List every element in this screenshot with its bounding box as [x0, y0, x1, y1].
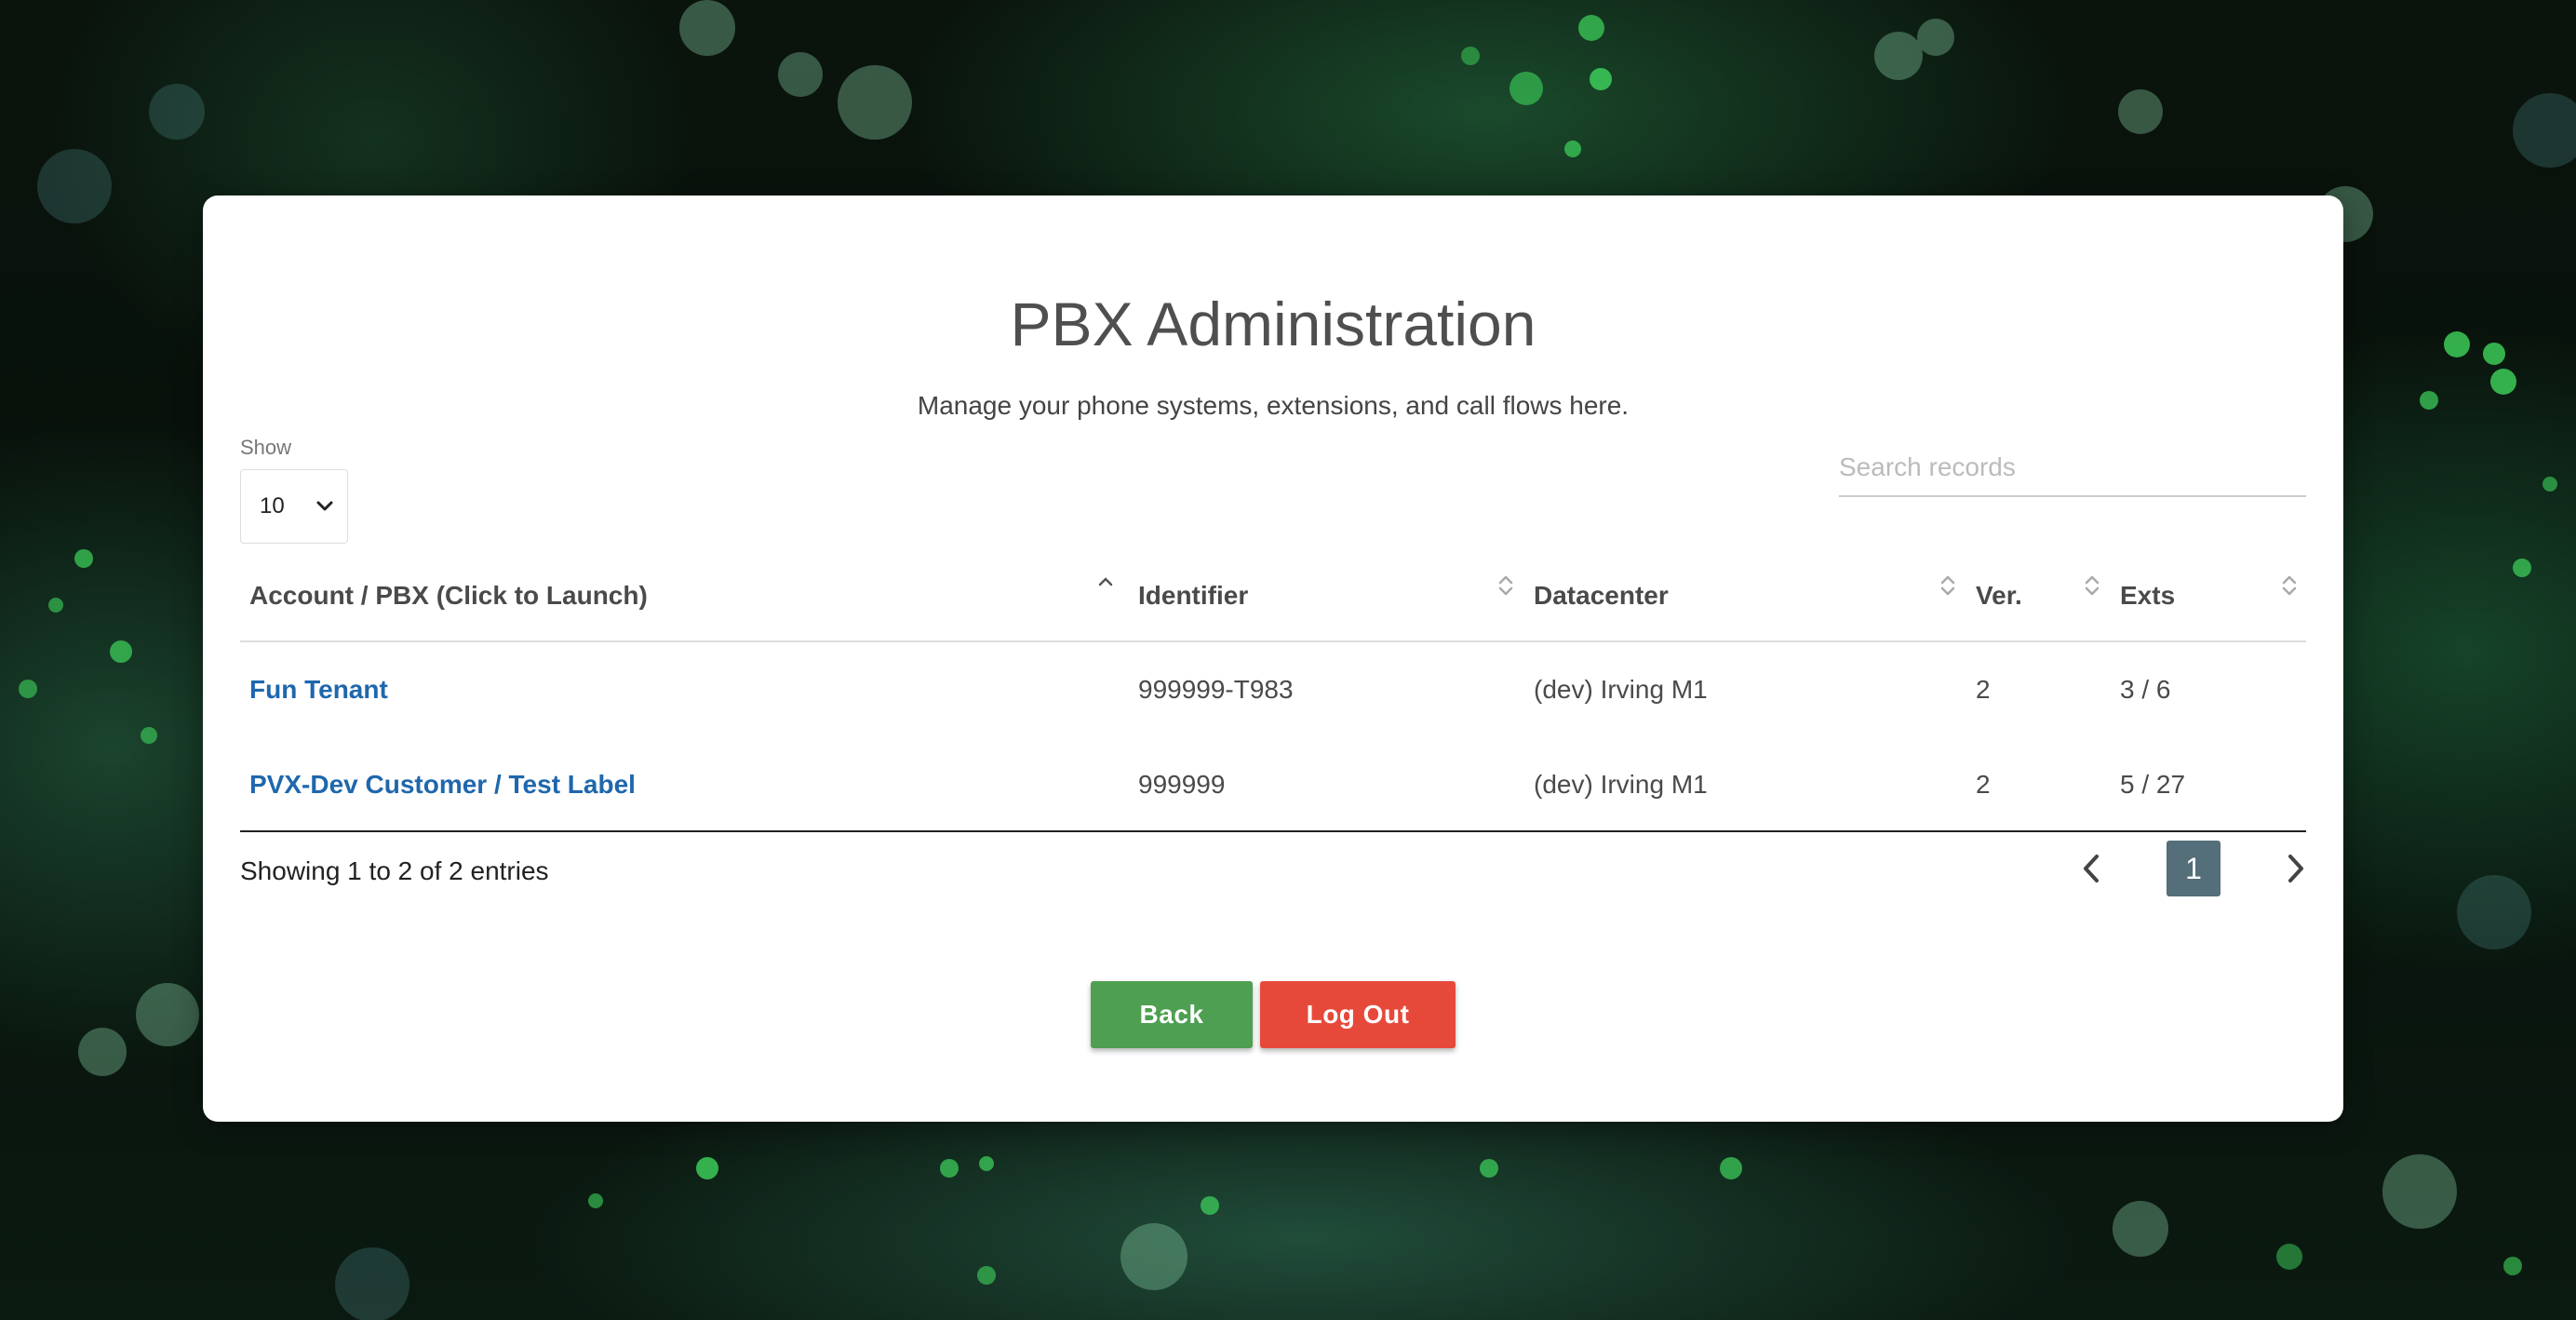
- table-row: PVX-Dev Customer / Test Label 999999 (de…: [240, 737, 2306, 832]
- cell-datacenter: (dev) Irving M1: [1534, 675, 1708, 704]
- logout-button[interactable]: Log Out: [1260, 981, 1456, 1048]
- cell-version: 2: [1976, 770, 1991, 799]
- column-header-label: Account / PBX (Click to Launch): [249, 581, 648, 610]
- cell-identifier: 999999-T983: [1138, 675, 1294, 704]
- sort-ascending-icon: [1098, 577, 1113, 586]
- page-subtitle: Manage your phone systems, extensions, a…: [917, 391, 1630, 420]
- next-page-button[interactable]: [2267, 840, 2325, 897]
- column-header-datacenter[interactable]: Datacenter: [1524, 549, 1966, 642]
- table-row: Fun Tenant 999999-T983 (dev) Irving M1 2…: [240, 642, 2306, 737]
- previous-page-button[interactable]: [2062, 840, 2120, 897]
- chevron-down-icon: [316, 501, 333, 511]
- column-header-identifier[interactable]: Identifier: [1129, 549, 1524, 642]
- column-header-exts[interactable]: Exts: [2111, 549, 2306, 642]
- page-length-value: 10: [260, 493, 285, 519]
- page-length-label: Show: [240, 436, 292, 459]
- chevron-left-icon: [2084, 855, 2099, 882]
- pbx-launch-link[interactable]: PVX-Dev Customer / Test Label: [240, 737, 1129, 832]
- pbx-admin-card: PBX Administration Manage your phone sys…: [203, 195, 2343, 1122]
- column-header-version[interactable]: Ver.: [1966, 549, 2111, 642]
- cell-identifier: 999999: [1138, 770, 1226, 799]
- column-header-label: Identifier: [1138, 581, 1249, 610]
- sort-both-icon: [2085, 575, 2100, 596]
- table-header: Account / PBX (Click to Launch) Identifi…: [240, 549, 2306, 642]
- column-header-account[interactable]: Account / PBX (Click to Launch): [240, 549, 1129, 642]
- table-info: Showing 1 to 2 of 2 entries: [240, 856, 549, 885]
- pbx-launch-link[interactable]: Fun Tenant: [240, 642, 1129, 737]
- page-length-select[interactable]: 10: [240, 469, 348, 544]
- sort-both-icon: [2282, 575, 2297, 596]
- back-button[interactable]: Back: [1091, 981, 1253, 1048]
- column-header-label: Datacenter: [1534, 581, 1669, 610]
- page-title: PBX Administration: [1010, 290, 1536, 358]
- cell-exts: 3 / 6: [2120, 675, 2171, 704]
- column-header-label: Ver.: [1976, 581, 2022, 610]
- page-number-active[interactable]: 1: [2167, 841, 2220, 896]
- cell-exts: 5 / 27: [2120, 770, 2186, 799]
- cell-datacenter: (dev) Irving M1: [1534, 770, 1708, 799]
- pbx-table: Account / PBX (Click to Launch) Identifi…: [240, 549, 2306, 832]
- pagination: 1: [2062, 840, 2325, 897]
- column-header-label: Exts: [2120, 581, 2176, 610]
- chevron-right-icon: [2288, 855, 2303, 882]
- sort-both-icon: [1940, 575, 1955, 596]
- cell-version: 2: [1976, 675, 1991, 704]
- search-input[interactable]: Search records: [1839, 445, 2306, 497]
- sort-both-icon: [1498, 575, 1513, 596]
